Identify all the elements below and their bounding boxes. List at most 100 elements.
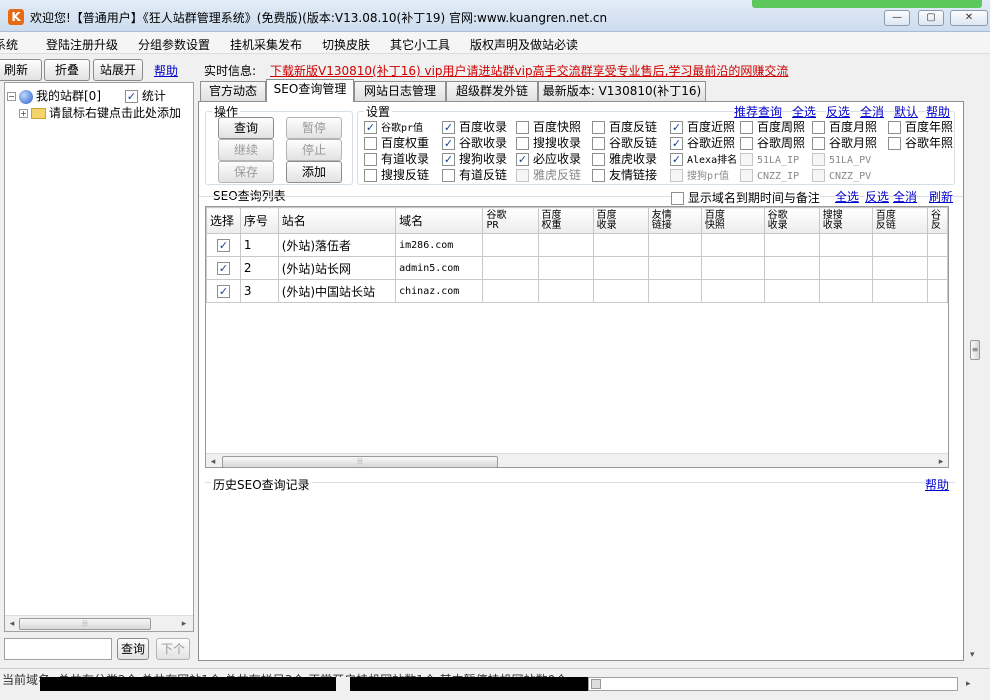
setting-option[interactable]: ✓ 搜狗收录 [442,152,507,166]
search-button[interactable]: 查询 [117,638,149,660]
column-header[interactable]: 百度 快照 [700,207,765,234]
add-button[interactable]: 添加 [286,161,342,183]
column-header[interactable]: 站名 [277,207,397,234]
setting-option[interactable]: 51LA_IP [740,152,799,168]
history-help-link[interactable]: 帮助 [925,476,950,493]
setting-option[interactable]: 雅虎反链 [516,168,581,182]
scroll-thumb[interactable]: ⦙⦙⦙ [222,456,498,467]
stats-checkbox[interactable]: ✓ 统计 [125,87,166,104]
tab-seo-query[interactable]: SEO查询管理 [266,79,354,102]
scroll-right-icon[interactable]: ▸ [934,454,948,467]
setting-option[interactable]: ✓ 谷歌pr值 [364,120,423,136]
realtime-message-link[interactable]: 下载新版V130810(补丁16) vip用户请进站群vip高手交流群享受专业售… [270,62,788,79]
scroll-thumb[interactable] [591,679,601,689]
setting-option[interactable]: CNZZ_PV [812,168,871,184]
minimize-button[interactable]: — [884,10,910,26]
setting-option[interactable]: 雅虎收录 [592,152,657,166]
setting-option[interactable]: 友情链接 [592,168,657,182]
help-link[interactable]: 帮助 [154,62,178,79]
column-header[interactable]: 谷歌 PR [482,207,539,234]
pause-button[interactable]: 暂停 [286,117,342,139]
column-header[interactable]: 搜搜 收录 [818,207,873,234]
setting-option[interactable]: 百度反链 [592,120,657,134]
setting-option[interactable]: 谷歌年照 [888,136,953,150]
next-button[interactable]: 下个 [156,638,190,660]
setting-option[interactable]: ✓ 谷歌收录 [442,136,507,150]
setting-option[interactable]: 谷歌反链 [592,136,657,150]
column-header[interactable]: 选择 [206,207,241,234]
checkmark-icon[interactable]: ✓ [216,285,230,298]
collapse-icon[interactable]: − [7,92,16,101]
list-select-all-link[interactable]: 全选 [835,188,860,205]
query-button[interactable]: 查询 [218,117,274,139]
setting-option[interactable]: 有道反链 [442,168,507,182]
close-button[interactable]: ✕ [950,10,988,26]
scroll-right-icon[interactable]: ▸ [177,616,191,632]
tab-official-news[interactable]: 官方动态 [200,81,266,101]
tab-latest-version[interactable]: 最新版本: V130810(补丁16) [538,81,706,101]
setting-option[interactable]: ✓ 百度收录 [442,120,507,134]
setting-option[interactable]: 搜搜反链 [364,168,429,182]
menu-system[interactable]: 系统 [0,36,18,53]
refresh-button[interactable]: 刷新 [0,59,42,81]
tree-root[interactable]: − 我的站群[0] [7,87,101,104]
menu-skin[interactable]: 切换皮肤 [322,36,370,53]
menu-tools[interactable]: 其它小工具 [390,36,450,53]
maximize-button[interactable]: ▢ [918,10,944,26]
setting-option[interactable]: 百度快照 [516,120,581,134]
row-select-cell[interactable]: ✓ [206,256,241,280]
tab-site-logs[interactable]: 网站日志管理 [354,81,446,101]
checkmark-icon[interactable]: ✓ [216,239,230,252]
column-header[interactable]: 序号 [239,207,279,234]
setting-option[interactable]: ✓ 必应收录 [516,152,581,166]
setting-option[interactable]: 谷歌周照 [740,136,805,150]
setting-option[interactable]: ✓ 百度近照 [670,120,735,134]
setting-option[interactable]: 百度月照 [812,120,877,134]
tree-child[interactable]: + 请鼠标右键点击此处添加 [19,104,181,121]
site-search-input[interactable] [4,638,112,660]
scroll-thumb[interactable]: ⦙⦙⦙ [19,618,151,630]
grid-horizontal-scrollbar[interactable]: ◂ ⦙⦙⦙ ▸ [206,453,948,467]
list-clear-link[interactable]: 全消 [893,188,918,205]
show-expiry-checkbox[interactable]: 显示域名到期时间与备注 [671,189,820,206]
row-select-cell[interactable]: ✓ [206,279,241,303]
collapse-button[interactable]: 折叠 [44,59,90,81]
list-invert-link[interactable]: 反选 [865,188,890,205]
setting-option[interactable]: 有道收录 [364,152,429,166]
save-button[interactable]: 保存 [218,161,274,183]
table-row[interactable]: ✓ 2 (外站)站长网 admin5.com [206,256,948,280]
expand-icon[interactable]: + [19,109,28,118]
setting-option[interactable]: 谷歌月照 [812,136,877,150]
menu-autopublish[interactable]: 挂机采集发布 [230,36,302,53]
menu-copyright[interactable]: 版权声明及做站必读 [470,36,578,53]
setting-option[interactable]: ✓ 谷歌近照 [670,136,735,150]
table-row[interactable]: ✓ 1 (外站)落伍者 im286.com [206,233,948,257]
setting-option[interactable]: 搜狗pr值 [670,168,729,184]
stop-button[interactable]: 停止 [286,139,342,161]
checkmark-icon[interactable]: ✓ [216,262,230,275]
tab-bulk-links[interactable]: 超级群发外链 [446,81,538,101]
setting-option[interactable]: 百度年照 [888,120,953,134]
column-header[interactable]: 友情 链接 [647,207,702,234]
main-vertical-scrollbar[interactable]: ≡ ▾ [966,56,984,666]
scroll-left-icon[interactable]: ◂ [5,616,19,632]
setting-option[interactable]: CNZZ_IP [740,168,799,184]
menu-login-register[interactable]: 登陆注册升级 [46,36,118,53]
setting-option[interactable]: 51LA_PV [812,152,871,168]
menu-group-settings[interactable]: 分组参数设置 [138,36,210,53]
setting-option[interactable]: ✓ Alexa排名 [670,152,737,168]
scroll-left-icon[interactable]: ◂ [206,454,220,467]
resume-button[interactable]: 继续 [218,139,274,161]
scroll-right-icon[interactable]: ▸ [966,679,971,689]
column-header[interactable]: 谷反 [926,207,948,234]
setting-option[interactable]: 百度周照 [740,120,805,134]
expand-button[interactable]: 站展开 [93,59,143,81]
status-scrollbar[interactable] [588,677,958,691]
column-header[interactable]: 域名 [395,207,484,234]
tree-horizontal-scrollbar[interactable]: ◂ ⦙⦙⦙ ▸ [5,615,193,631]
scroll-thumb[interactable]: ≡ [970,340,980,360]
column-header[interactable]: 百度 反链 [871,207,928,234]
scroll-down-icon[interactable]: ▾ [970,650,975,660]
column-header[interactable]: 百度 收录 [592,207,649,234]
table-row[interactable]: ✓ 3 (外站)中国站长站 chinaz.com [206,279,948,303]
